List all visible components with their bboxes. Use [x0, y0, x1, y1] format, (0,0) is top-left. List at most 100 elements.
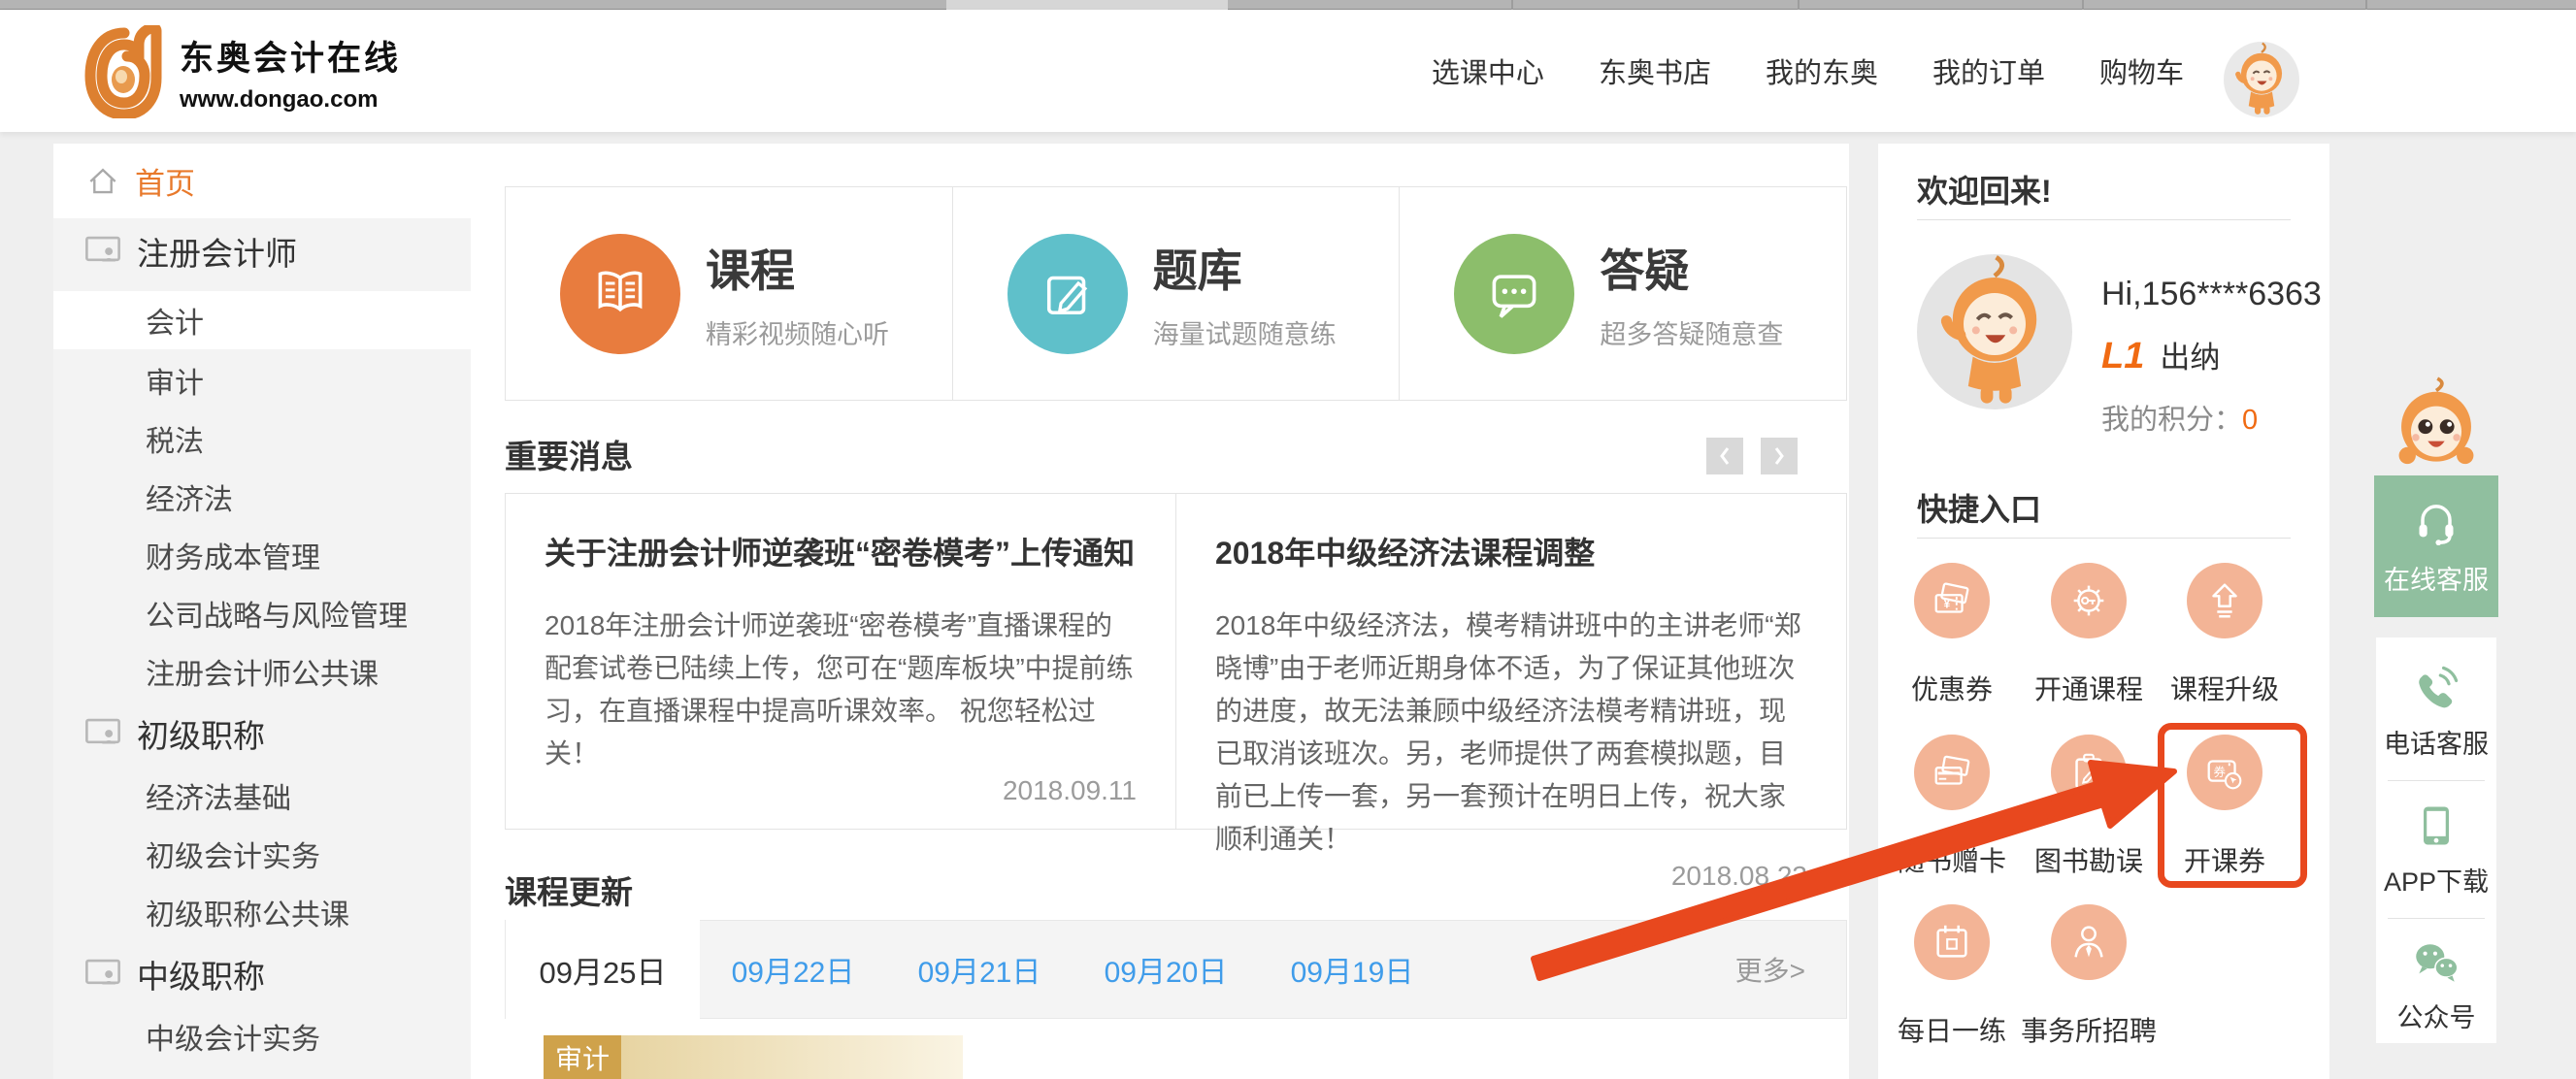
quick-entry-daily-practice[interactable]: 每日一练: [1884, 904, 2020, 1049]
user-avatar[interactable]: [2224, 42, 2299, 117]
logo-url: www.dongao.com: [180, 86, 401, 114]
page: 东奥会计在线 www.dongao.com 选课中心 东奥书店 我的东奥 我的订…: [0, 0, 2576, 1079]
sidebar-section-junior[interactable]: 初级职称: [53, 701, 471, 767]
course-update-bar: [621, 1035, 963, 1079]
sidebar-item-audit[interactable]: 审计: [53, 351, 471, 409]
feature-title: 题库: [1153, 236, 1337, 300]
browser-tab-strip: [0, 0, 2576, 10]
app-download-button[interactable]: APP下载: [2384, 801, 2489, 899]
user-role: 出纳: [2160, 333, 2220, 376]
sidebar-item-intermediate-practice[interactable]: 中级会计实务: [53, 1007, 471, 1065]
mascot-head-icon: [2376, 369, 2496, 477]
quick-entry-activate-course[interactable]: 开通课程: [2021, 563, 2157, 707]
news-item-date: 2018.09.11: [1003, 775, 1137, 806]
svg-text:¥: ¥: [1943, 598, 1950, 611]
sidebar-section-intermediate[interactable]: 中级职称: [53, 941, 471, 1007]
sidebar-item-economic-law[interactable]: 经济法: [53, 468, 471, 526]
subject-badge: 审计: [544, 1035, 621, 1079]
mascot-avatar-icon: [2224, 42, 2299, 117]
calendar-icon: [1914, 904, 1990, 980]
user-avatar-large[interactable]: [1917, 254, 2072, 409]
site-header: 东奥会计在线 www.dongao.com 选课中心 东奥书店 我的东奥 我的订…: [0, 10, 2576, 132]
feature-subtitle: 海量试题随意练: [1153, 313, 1337, 351]
welcome-info: Hi,156****6363 L1 出纳 我的积分：0: [2101, 276, 2322, 438]
teacher-board-icon: [83, 955, 123, 994]
level-badge: L1: [2101, 336, 2144, 377]
book-icon: [560, 234, 680, 354]
sidebar-item-financial-cost-mgmt[interactable]: 财务成本管理: [53, 526, 471, 584]
more-link[interactable]: 更多>: [1735, 950, 1846, 989]
feature-subtitle: 精彩视频随心听: [706, 313, 889, 351]
news-box: 关于注册会计师逆袭班“密卷模考”上传通知 2018年注册会计师逆袭班“密卷模考”…: [505, 493, 1847, 830]
points-value[interactable]: 0: [2242, 405, 2258, 436]
online-service-button[interactable]: 在线客服: [2374, 475, 2498, 617]
next-arrow-button[interactable]: [1761, 438, 1798, 474]
voucher-icon: 券: [2187, 735, 2262, 810]
feature-card-courses[interactable]: 课程 精彩视频随心听: [506, 187, 952, 400]
dongao-logo-icon: [83, 25, 166, 118]
cards-icon: [1914, 735, 1990, 810]
nav-bookstore[interactable]: 东奥书店: [1599, 50, 1711, 91]
app-download-label: APP下载: [2384, 861, 2489, 899]
quick-entry-firm-recruiting[interactable]: 事务所招聘: [2021, 904, 2157, 1049]
tab-date[interactable]: 09月20日: [1073, 948, 1259, 991]
chevron-left-icon: [1715, 444, 1734, 468]
mascot-avatar-icon: [1917, 254, 2072, 409]
news-item-date: 2018.08.23: [1671, 861, 1807, 892]
wechat-account-button[interactable]: 公众号: [2397, 938, 2476, 1034]
sidebar-item-junior-practice[interactable]: 初级会计实务: [53, 825, 471, 883]
logo-title: 东奥会计在线: [180, 31, 401, 81]
gear-key-icon: [2051, 563, 2127, 638]
sidebar-section-cpa[interactable]: 注册会计师: [53, 218, 471, 284]
feature-title: 课程: [706, 236, 889, 300]
news-item-body: 2018年中级经济法，模考精讲班中的主讲老师“郑晓博”由于老师近期身体不适，为了…: [1215, 605, 1807, 861]
news-item-title: 关于注册会计师逆袭班“密卷模考”上传通知: [545, 529, 1137, 573]
service-panel: 电话客服 APP下载 公众号: [2376, 638, 2496, 1043]
course-updates-title: 课程更新: [505, 866, 633, 913]
sidebar-item-cpa-public[interactable]: 注册会计师公共课: [53, 642, 471, 701]
browser-active-tab: [946, 0, 1228, 10]
quick-entry-coupon[interactable]: ¥ 优惠券: [1884, 563, 2020, 707]
sidebar-item-home[interactable]: 首页: [53, 144, 471, 218]
feature-cards: 课程 精彩视频随心听 题库 海量试题随意练: [505, 186, 1847, 401]
sidebar-item-junior-public[interactable]: 初级职称公共课: [53, 883, 471, 941]
sidebar-item-strategy-risk[interactable]: 公司战略与风险管理: [53, 584, 471, 642]
tab-date-active[interactable]: 09月25日: [506, 920, 700, 1019]
upgrade-icon: [2187, 563, 2262, 638]
quick-entry-book-errata[interactable]: 图书勘误: [2021, 735, 2157, 879]
teacher-board-icon: [83, 232, 123, 271]
quick-entry-book-card[interactable]: 随书赠卡: [1884, 735, 2020, 879]
clipboard-icon: [2051, 735, 2127, 810]
date-tabs: 09月25日 09月22日 09月21日 09月20日 09月19日 更多>: [505, 920, 1847, 1019]
sidebar-item-tax-law[interactable]: 税法: [53, 409, 471, 468]
quick-entry-course-upgrade[interactable]: 课程升级: [2157, 563, 2293, 707]
tab-date[interactable]: 09月19日: [1259, 948, 1445, 991]
nav-my-orders[interactable]: 我的订单: [1932, 50, 2045, 91]
nav-cart[interactable]: 购物车: [2099, 50, 2184, 91]
sidebar-item-accounting[interactable]: 会计: [53, 291, 471, 349]
nav-course-center[interactable]: 选课中心: [1432, 50, 1544, 91]
prev-arrow-button[interactable]: [1706, 438, 1743, 474]
sidebar-item-econ-law-basics[interactable]: 经济法基础: [53, 767, 471, 825]
wechat-icon: [2410, 938, 2462, 987]
teacher-board-icon: [83, 714, 123, 753]
edit-icon: [1007, 234, 1128, 354]
feature-card-question-bank[interactable]: 题库 海量试题随意练: [952, 187, 1400, 400]
phone-icon: [2411, 663, 2461, 713]
recruit-icon: [2051, 904, 2127, 980]
news-item[interactable]: 2018年中级经济法课程调整 2018年中级经济法，模考精讲班中的主讲老师“郑晓…: [1175, 494, 1846, 829]
tab-date[interactable]: 09月22日: [700, 948, 886, 991]
site-logo[interactable]: 东奥会计在线 www.dongao.com: [83, 25, 401, 118]
quick-entry-course-voucher[interactable]: 券 开课券: [2157, 735, 2293, 879]
news-item[interactable]: 关于注册会计师逆袭班“密卷模考”上传通知 2018年注册会计师逆袭班“密卷模考”…: [506, 494, 1175, 829]
phone-service-button[interactable]: 电话客服: [2384, 663, 2489, 761]
news-item-title: 2018年中级经济法课程调整: [1215, 529, 1807, 573]
points-label: 我的积分：: [2101, 405, 2242, 436]
nav-my-dongao[interactable]: 我的东奥: [1766, 50, 1878, 91]
main-content: 首页 注册会计师 会计 审计 税法 经济法 财务成本管理 公司战略与风险管理 注…: [53, 144, 1849, 1079]
tab-date[interactable]: 09月21日: [886, 948, 1073, 991]
feature-card-qa[interactable]: 答疑 超多答疑随意查: [1399, 187, 1846, 400]
feature-subtitle: 超多答疑随意查: [1600, 313, 1783, 351]
sidebar-item-intermediate-econ-law[interactable]: 中级经济法: [53, 1065, 471, 1079]
user-panel: 欢迎回来! Hi,156****6363 L1 出纳: [1878, 144, 2329, 1079]
